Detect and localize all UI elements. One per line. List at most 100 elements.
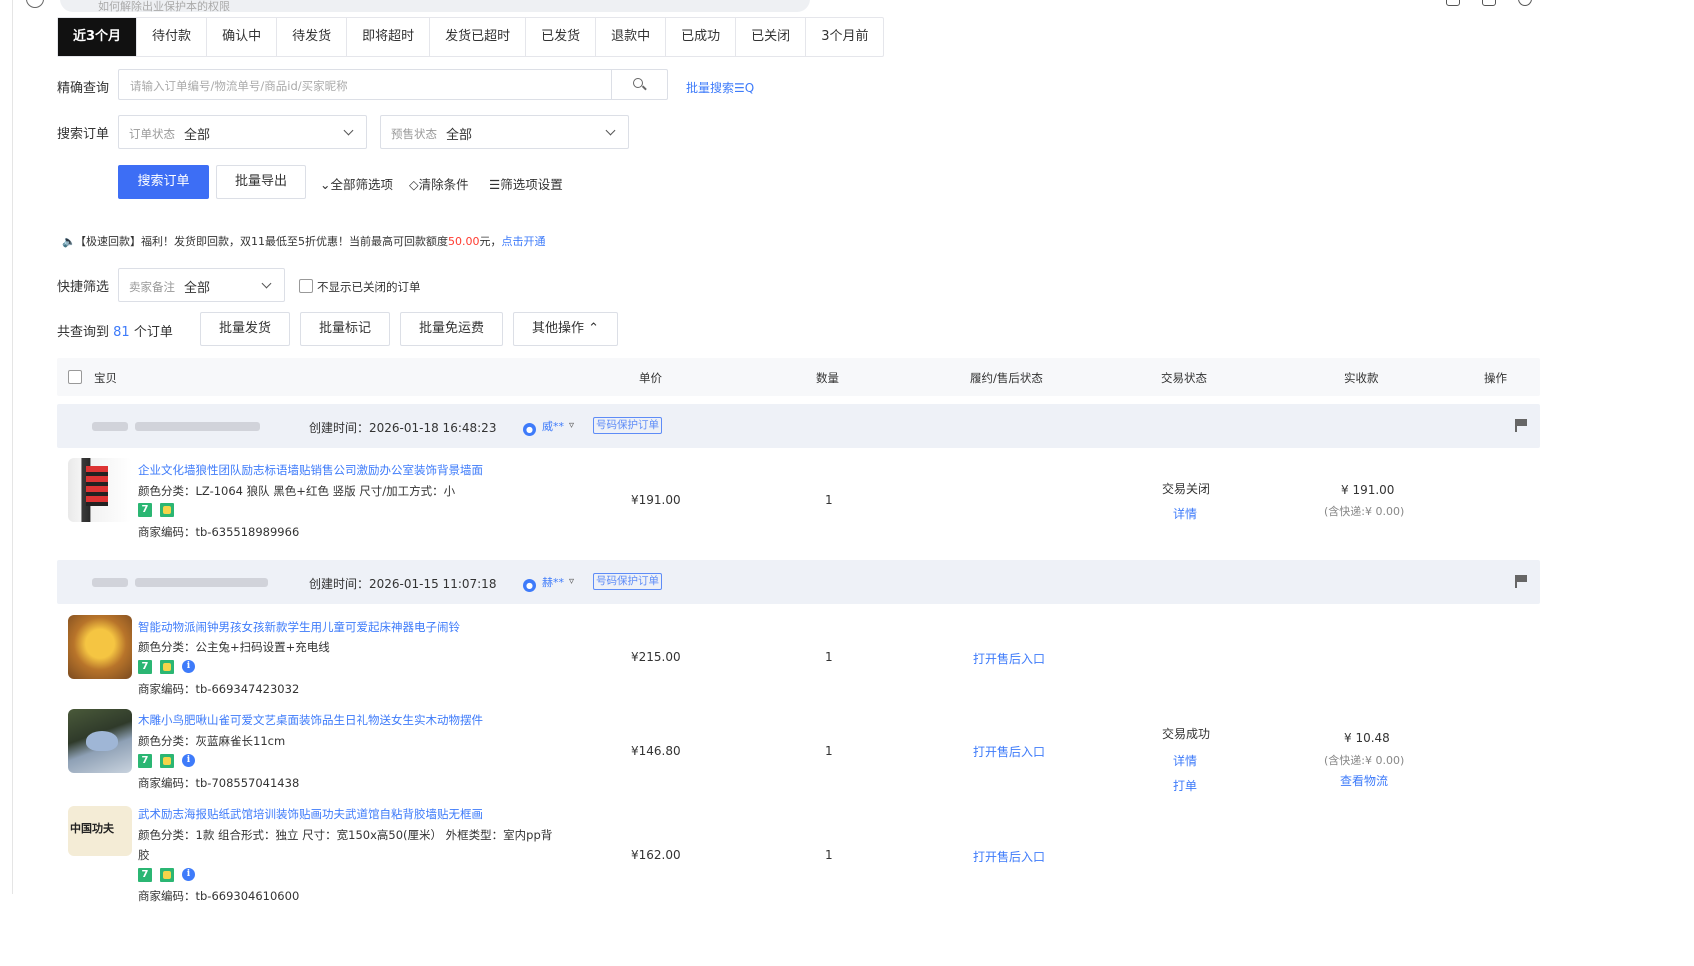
tab-recent-3-months[interactable]: 近3个月 [58,18,138,56]
product-spec: 颜色分类：公主兔+扫码设置+充电线 [138,640,330,654]
product-thumbnail[interactable]: 中国功夫 [68,806,132,856]
order-created-time: 创建时间：2026-01-18 16:48:23 [309,421,497,435]
order-count-suffix: 个订单 [133,325,173,340]
product-title[interactable]: 武术励志海报贴纸武馆培训装饰贴画功夫武道馆自粘背胶墙贴无框画 [138,806,483,822]
print-order-link[interactable]: 打单 [1173,777,1197,794]
batch-free-shipping-button[interactable]: 批量免运费 [400,312,503,346]
order-header: 创建时间：2026-01-15 11:07:18 ● 赫** ▿ 号码保护订单 [57,560,1540,604]
info-icon[interactable]: i [182,868,195,881]
service-badges: 7 i [138,660,195,674]
batch-mark-button[interactable]: 批量标记 [300,312,390,346]
tab-pending-payment[interactable]: 待付款 [137,18,208,56]
column-paid-amount: 实收款 [1344,371,1379,385]
view-logistics-link[interactable]: 查看物流 [1340,772,1388,789]
unit-price: ¥146.80 [631,744,681,758]
number-protection-tag: 号码保护订单 [593,573,662,590]
shipping-fee: (含快递:¥ 0.00) [1324,754,1405,767]
hide-closed-checkbox[interactable] [299,279,313,293]
tab-about-to-timeout[interactable]: 即将超时 [347,18,431,56]
quantity: 1 [825,493,833,507]
batch-ship-button[interactable]: 批量发货 [200,312,290,346]
notice-open-link[interactable]: 点击开通 [502,235,546,248]
precise-search-input[interactable]: 请输入订单编号/物流单号/商品id/买家昵称 [118,69,668,100]
order-count: 共查询到 81 个订单 [57,321,173,340]
hide-closed-label[interactable]: 不显示已关闭的订单 [317,279,421,295]
open-after-sales-link[interactable]: 打开售后入口 [973,650,1045,667]
all-filters-toggle[interactable]: ⌄全部筛选项 [320,174,393,193]
product-thumbnail[interactable] [68,709,132,773]
product-thumbnail[interactable] [68,615,132,679]
tab-succeeded[interactable]: 已成功 [666,18,737,56]
search-orders-button[interactable]: 搜索订单 [118,165,209,199]
open-after-sales-link[interactable]: 打开售后入口 [973,848,1045,865]
info-icon[interactable]: i [182,754,195,767]
column-operations: 操作 [1484,371,1507,385]
seven-day-return-icon: 7 [138,868,152,882]
unit-price: ¥191.00 [631,493,681,507]
filter-icon[interactable]: ▿ [569,420,574,431]
product-title[interactable]: 企业文化墙狼性团队励志标语墙贴销售公司激励办公室装饰背景墙面 [138,462,483,478]
select-all-checkbox[interactable] [68,370,82,384]
quantity: 1 [825,744,833,758]
product-spec: 颜色分类：灰蓝麻雀长11cm [138,734,286,748]
info-icon[interactable]: i [182,660,195,673]
quantity: 1 [825,848,833,862]
fast-payback-notice: 🔈【极速回款】福利！发货即回款，双11最低至5折优惠！当前最高可回款额度50.0… [62,233,546,249]
reload-icon[interactable] [26,0,44,8]
product-title[interactable]: 木雕小鸟肥啾山雀可爱文艺桌面装饰品生日礼物送女生实木动物摆件 [138,712,483,728]
paid-amount: ¥ 10.48 [1344,731,1390,745]
tab-shipped[interactable]: 已发货 [526,18,597,56]
order-count-prefix: 共查询到 [57,325,110,340]
seller-remark-select[interactable]: 卖家备注 全部 [118,268,285,302]
tab-to-ship[interactable]: 待发货 [277,18,348,56]
batch-export-button[interactable]: 批量导出 [216,165,306,199]
tab-closed[interactable]: 已关闭 [736,18,807,56]
wangwang-icon: ● [523,423,536,436]
seven-day-return-icon: 7 [138,660,152,674]
filter-settings-link[interactable]: ☰筛选项设置 [489,174,563,193]
flag-icon[interactable] [1515,419,1527,432]
tab-shipping-overdue[interactable]: 发货已超时 [430,18,527,56]
paid-amount: ¥ 191.00 [1341,483,1395,497]
search-submit-button[interactable] [611,70,667,99]
trade-status: 交易关闭 [1162,482,1211,496]
guarantee-icon [160,868,174,882]
search-orders-label: 搜索订单 [57,127,110,142]
notice-suffix: 元， [479,235,502,248]
chevron-down-icon [605,125,616,136]
product-spec: 颜色分类：LZ-1064 狼队 黑色+红色 竖版 尺寸/加工方式：小 [138,484,456,498]
chevron-down-icon [261,278,272,289]
product-thumbnail[interactable] [68,458,132,522]
tab-refunding[interactable]: 退款中 [596,18,667,56]
buyer-name[interactable]: ● 威** [523,418,564,436]
product-title[interactable]: 智能动物派闹钟男孩女孩新款学生用儿童可爱起床神器电子闹铃 [138,619,460,635]
notice-text: 【极速回款】福利！发货即回款，双11最低至5折优惠！当前最高可回款额度 [75,235,448,248]
order-detail-link[interactable]: 详情 [1173,752,1197,769]
unit-price: ¥215.00 [631,650,681,664]
product-spec-continued: 胶 [138,848,150,862]
profile-icon[interactable] [1518,0,1532,6]
other-operations-button[interactable]: 其他操作 ⌃ [513,312,618,346]
address-bar[interactable]: 如何解除出业保护本的权限 [60,0,810,12]
tab-confirming[interactable]: 确认中 [207,18,278,56]
quick-filter-label: 快捷筛选 [57,280,110,295]
unit-price: ¥162.00 [631,848,681,862]
column-fulfilment-status: 履约/售后状态 [970,371,1043,385]
order-detail-link[interactable]: 详情 [1173,505,1197,522]
batch-search-link[interactable]: 批量搜索☰Q [686,79,754,96]
clear-conditions-link[interactable]: ◇清除条件 [409,174,469,193]
presale-status-select[interactable]: 预售状态 全部 [380,115,629,149]
sidebar-divider [12,0,13,894]
thumbnail-caption: 中国功夫 [70,822,114,835]
filter-icon[interactable]: ▿ [569,576,574,587]
tab-older-than-3-months[interactable]: 3个月前 [806,18,883,56]
extension-icon[interactable] [1482,0,1496,6]
service-badges: 7 [138,503,174,517]
open-after-sales-link[interactable]: 打开售后入口 [973,743,1045,760]
seller-remark-select-value: 全部 [184,281,211,296]
buyer-name[interactable]: ● 赫** [523,574,564,592]
order-header: 创建时间：2026-01-18 16:48:23 ● 威** ▿ 号码保护订单 [57,404,1540,448]
flag-icon[interactable] [1515,575,1527,588]
order-status-select[interactable]: 订单状态 全部 [118,115,367,149]
bookmark-icon[interactable] [1446,0,1460,6]
